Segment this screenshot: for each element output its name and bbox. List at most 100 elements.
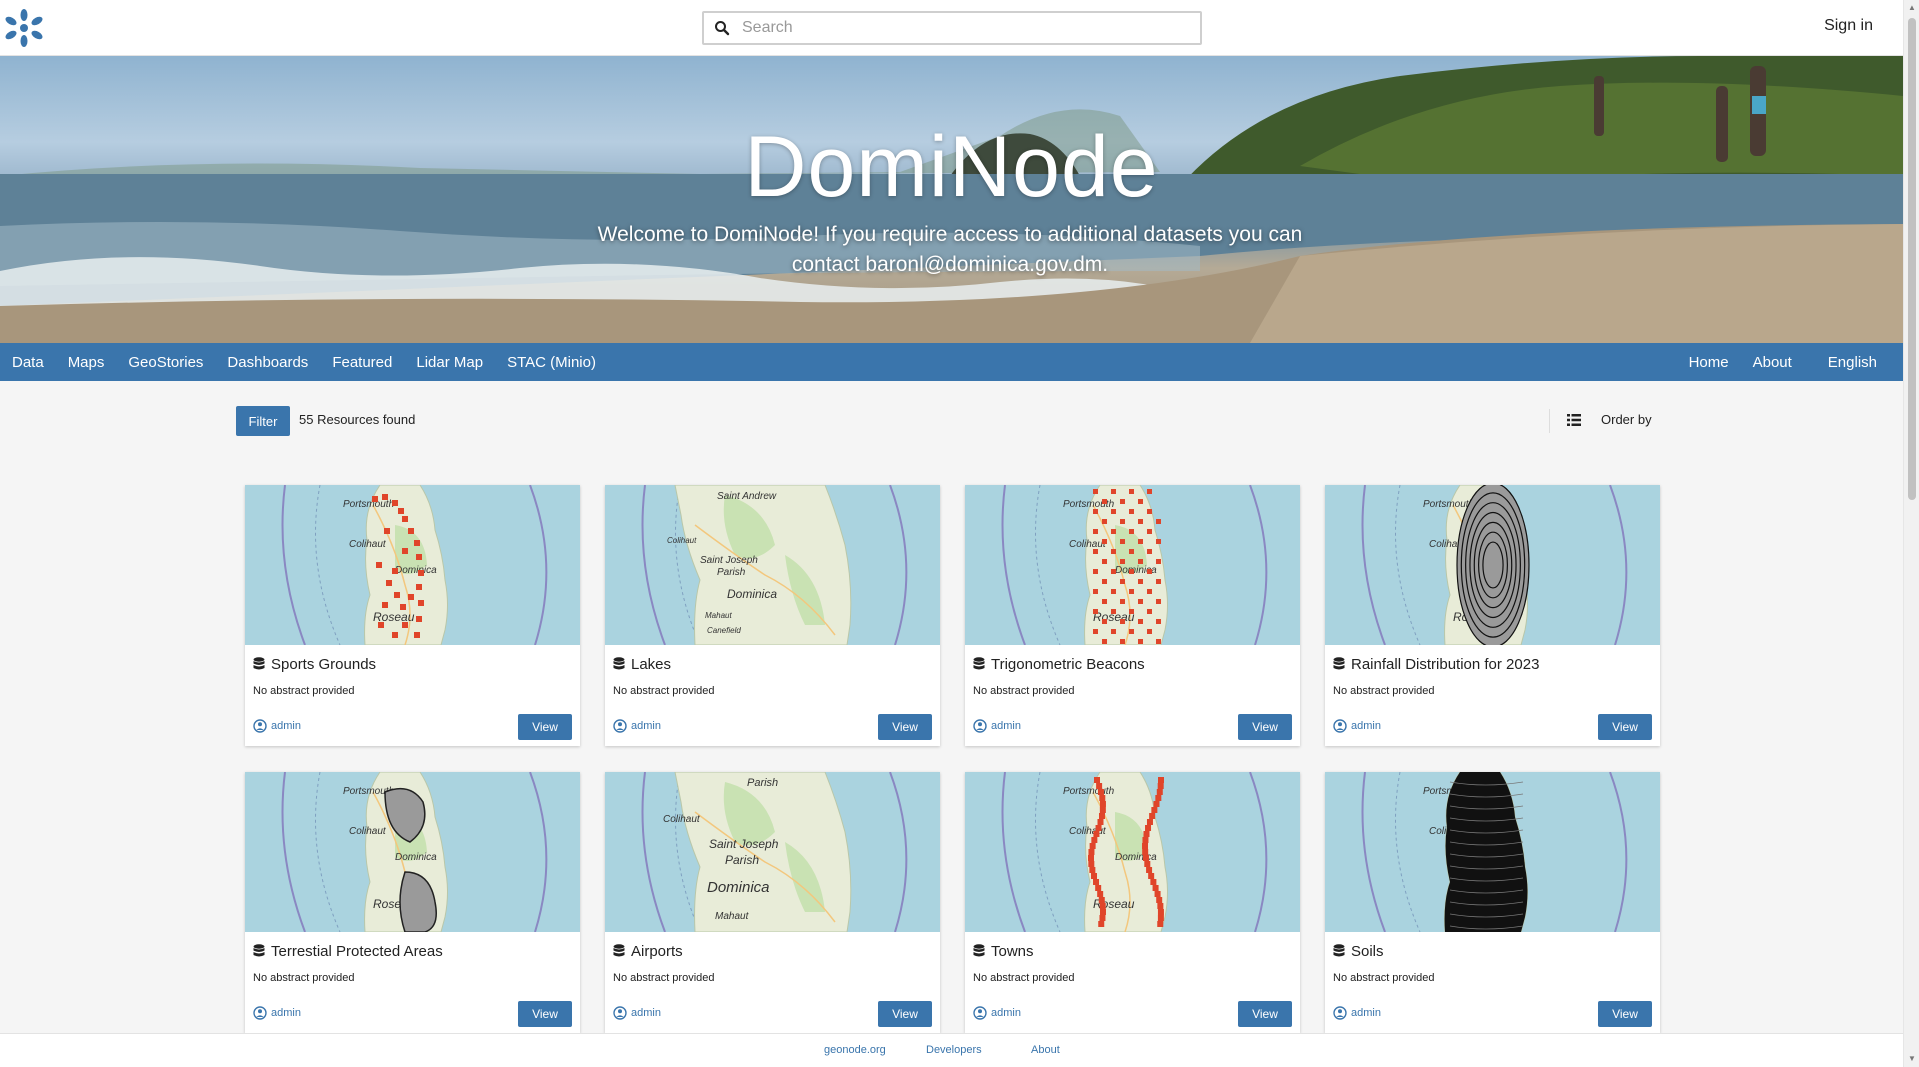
map-thumbnail: Parish Colihaut Saint Joseph Parish Dominica… <box>605 772 940 932</box>
map-label: Canefield <box>707 626 741 635</box>
footer-link-developers[interactable]: Developers <box>926 1044 982 1056</box>
map-label: Parish <box>747 777 778 789</box>
sign-in-link[interactable]: Sign in <box>1824 17 1873 35</box>
resource-card: PortsmouthColihautDominicaRoseau Soils N… <box>1325 772 1660 1033</box>
nav-home[interactable]: Home <box>1677 354 1741 371</box>
resource-title[interactable]: Sports Grounds <box>271 656 376 673</box>
owner-link[interactable]: admin <box>631 1007 661 1019</box>
resource-abstract: No abstract provided <box>1333 972 1435 984</box>
map-label: Saint Andrew <box>717 491 777 502</box>
map-marker <box>1091 873 1098 879</box>
map-marker <box>1156 639 1161 644</box>
map-marker <box>1098 813 1105 819</box>
resource-title[interactable]: Trigonometric Beacons <box>991 656 1145 673</box>
map-marker <box>386 580 392 586</box>
map-marker <box>1152 885 1159 891</box>
resource-abstract: No abstract provided <box>973 685 1075 697</box>
page-footer: geonode.org Developers About <box>0 1033 1903 1067</box>
user-icon <box>1333 1006 1347 1020</box>
map-marker <box>1093 589 1098 594</box>
owner-link[interactable]: admin <box>991 720 1021 732</box>
owner-link[interactable]: admin <box>631 720 661 732</box>
map-marker <box>1156 789 1163 795</box>
view-button[interactable]: View <box>1598 1001 1652 1027</box>
owner-link[interactable]: admin <box>1351 720 1381 732</box>
map-marker <box>1102 579 1107 584</box>
resource-title[interactable]: Towns <box>991 943 1034 960</box>
resource-abstract: No abstract provided <box>613 685 715 697</box>
footer-link-about[interactable]: About <box>1031 1044 1060 1056</box>
resource-thumbnail[interactable]: Parish Colihaut Saint Joseph Parish Dominica… <box>605 772 940 932</box>
resource-thumbnail[interactable]: Saint Andrew Colihaut Saint Joseph Parish Do… <box>605 485 940 645</box>
map-label: Portsmouth <box>343 499 395 510</box>
nav-stac-minio[interactable]: STAC (Minio) <box>495 354 608 371</box>
map-marker <box>1129 509 1134 514</box>
resource-thumbnail[interactable]: PortsmouthColihautDominicaRoseau <box>245 485 580 645</box>
view-button[interactable]: View <box>878 1001 932 1027</box>
nav-lidar-map[interactable]: Lidar Map <box>404 354 495 371</box>
filter-button[interactable]: Filter <box>236 406 290 436</box>
nav-featured[interactable]: Featured <box>320 354 404 371</box>
resource-card: Portsmouth Colihaut Dominica Roseau Terrest… <box>245 772 580 1033</box>
nav-data[interactable]: Data <box>0 354 56 371</box>
resource-title[interactable]: Airports <box>631 943 683 960</box>
resource-card: Portsmouth Colihaut Dominica Roseau Sports … <box>245 485 580 746</box>
map-marker <box>1120 579 1125 584</box>
view-button[interactable]: View <box>1238 1001 1292 1027</box>
map-marker <box>1102 559 1107 564</box>
view-button[interactable]: View <box>518 714 572 740</box>
map-marker <box>1097 891 1104 897</box>
footer-link-geonode[interactable]: geonode.org <box>824 1044 886 1056</box>
scrollbar-thumb[interactable] <box>1908 18 1916 500</box>
list-view-icon[interactable] <box>1567 413 1581 427</box>
map-marker <box>1156 559 1161 564</box>
map-marker <box>1156 619 1161 624</box>
resource-thumbnail[interactable]: PortsmouthColihautDominicaRoseau <box>1325 485 1660 645</box>
map-marker <box>1120 639 1125 644</box>
hero-banner: DomiNode Welcome to DomiNode! If you req… <box>0 56 1903 343</box>
view-button[interactable]: View <box>878 714 932 740</box>
search-input[interactable] <box>742 13 1192 43</box>
map-marker <box>418 570 424 576</box>
view-button[interactable]: View <box>518 1001 572 1027</box>
resource-thumbnail[interactable]: PortsmouthColihautDominicaRoseau <box>965 772 1300 932</box>
language-selector[interactable]: English <box>1804 354 1889 371</box>
nav-maps[interactable]: Maps <box>56 354 117 371</box>
map-marker <box>382 602 388 608</box>
resource-title[interactable]: Rainfall Distribution for 2023 <box>1351 656 1539 673</box>
resource-title[interactable]: Soils <box>1351 943 1384 960</box>
view-button[interactable]: View <box>1238 714 1292 740</box>
view-button[interactable]: View <box>1598 714 1652 740</box>
map-label: Colihaut <box>1069 539 1107 550</box>
resource-title[interactable]: Terrestial Protected Areas <box>271 943 443 960</box>
resource-thumbnail[interactable]: PortsmouthColihautDominicaRoseau <box>965 485 1300 645</box>
owner-link[interactable]: admin <box>991 1007 1021 1019</box>
page-scrollbar[interactable]: ▲ ▼ <box>1903 0 1919 1067</box>
map-label: Dominica <box>395 565 437 576</box>
scroll-up-arrow-icon[interactable]: ▲ <box>1908 4 1916 12</box>
resource-abstract: No abstract provided <box>253 972 355 984</box>
map-marker <box>1154 891 1161 897</box>
map-marker <box>1157 783 1164 789</box>
map-label: Saint Joseph <box>709 837 779 851</box>
resource-title[interactable]: Lakes <box>631 656 671 673</box>
owner-link[interactable]: admin <box>271 720 301 732</box>
owner-link[interactable]: admin <box>1351 1007 1381 1019</box>
resource-thumbnail[interactable]: PortsmouthColihautDominicaRoseau <box>1325 772 1660 932</box>
map-marker <box>1102 619 1107 624</box>
main-navbar: Data Maps GeoStories Dashboards Featured… <box>0 343 1903 381</box>
map-marker <box>1156 897 1163 903</box>
geonode-logo-icon[interactable] <box>4 8 44 48</box>
order-by-dropdown[interactable]: Order by <box>1601 412 1652 427</box>
nav-dashboards[interactable]: Dashboards <box>215 354 320 371</box>
map-marker <box>1138 559 1143 564</box>
owner-link[interactable]: admin <box>271 1007 301 1019</box>
nav-about[interactable]: About <box>1741 354 1804 371</box>
scroll-down-arrow-icon[interactable]: ▼ <box>1908 1055 1916 1063</box>
nav-geostories[interactable]: GeoStories <box>116 354 215 371</box>
resource-thumbnail[interactable]: PortsmouthColihautDominicaRoseau <box>245 772 580 932</box>
map-marker <box>1155 795 1162 801</box>
map-thumbnail: PortsmouthColihautDominicaRoseau <box>245 772 580 932</box>
map-marker <box>1120 519 1125 524</box>
user-icon <box>253 719 267 733</box>
